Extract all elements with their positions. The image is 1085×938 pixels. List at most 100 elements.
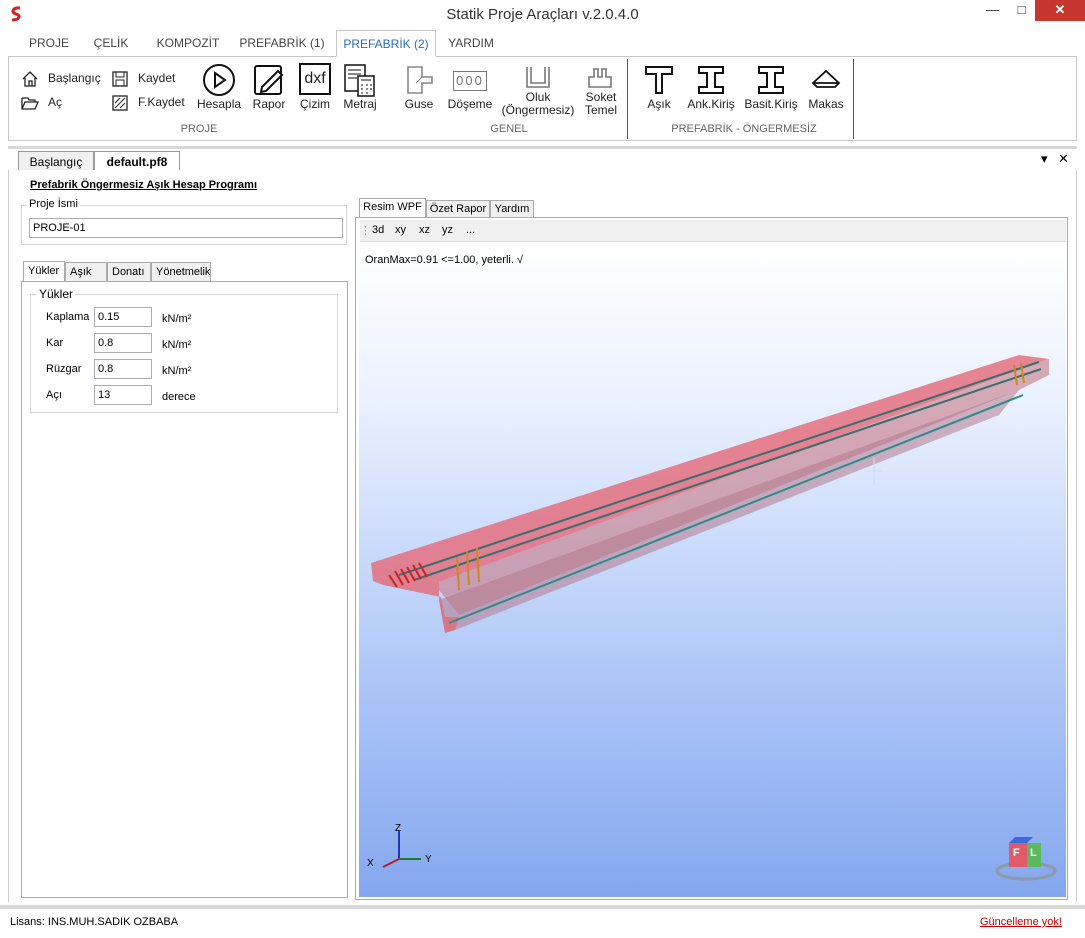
close-window-button[interactable]: ✕	[1035, 0, 1085, 21]
view-more-button[interactable]: ...	[466, 224, 475, 236]
tab-prefabrik-1[interactable]: PREFABRİK (1)	[236, 30, 328, 57]
proje-isim-group: Proje İsmi PROJE-01	[21, 198, 347, 245]
tab-list-dropdown-icon[interactable]: ▾	[1041, 151, 1048, 167]
basit-kiris-button[interactable]: Basit.Kiriş	[743, 63, 799, 111]
asik-button[interactable]: Aşık	[639, 63, 679, 111]
tab-viewer-yardim[interactable]: Yardım	[490, 200, 534, 218]
status-bar: Lisans: INS.MUH.SADIK OZBABA Güncelleme …	[0, 905, 1085, 938]
play-icon	[203, 64, 235, 96]
license-text: Lisans: INS.MUH.SADIK OZBABA	[10, 916, 179, 928]
rebar-top-2	[413, 368, 1042, 581]
kaplama-label: Kaplama	[46, 311, 90, 323]
tab-resim-wpf[interactable]: Resim WPF	[359, 198, 426, 218]
view-yz-button[interactable]: yz	[442, 224, 453, 236]
doseme-button[interactable]: 000 Döşeme	[445, 63, 495, 111]
guse-button[interactable]: Guse	[399, 63, 439, 111]
calculator-icon	[344, 64, 375, 97]
group-label-proje: PROJE	[180, 123, 218, 135]
guse-icon	[407, 66, 433, 94]
view-cube[interactable]: F L	[995, 835, 1057, 881]
proje-isim-input[interactable]: PROJE-01	[29, 218, 343, 238]
axis-y-label: Y	[425, 854, 432, 865]
title-bar: Statik Proje Araçları v.2.0.4.0 — □ ✕	[0, 0, 1085, 29]
document-tab-strip: Başlangıç default.pf8 ▾ ✕	[8, 146, 1077, 172]
doc-tab-baslangic[interactable]: Başlangıç	[18, 151, 94, 172]
baslangic-button[interactable]: Başlangıç	[21, 70, 111, 88]
group-label-prefabrik: PREFABRİK - ÖNGERMESİZ	[671, 123, 817, 135]
tab-asik[interactable]: Aşık	[65, 262, 107, 282]
farkli-kaydet-button[interactable]: F.Kaydet	[111, 94, 195, 112]
tab-kompozit[interactable]: KOMPOZİT	[148, 30, 228, 57]
aci-unit: derece	[162, 391, 196, 403]
asik-label: Aşık	[647, 97, 671, 111]
tab-yukler[interactable]: Yükler	[23, 261, 65, 282]
minimize-button[interactable]: —	[979, 0, 1006, 21]
rapor-label: Rapor	[252, 97, 286, 111]
kar-label: Kar	[46, 337, 64, 349]
ruzgar-input[interactable]: 0.8	[94, 359, 152, 379]
rebar-top-1	[398, 361, 1040, 576]
tab-yonetmelik[interactable]: Yönetmelik	[151, 262, 211, 282]
soket-icon	[588, 68, 612, 88]
3d-viewport[interactable]: OranMax=0.91 <=1.00, yeterli. √ Z X Y F …	[359, 245, 1066, 897]
oluk-label-2: (Öngermesiz)	[501, 103, 575, 117]
kar-input[interactable]: 0.8	[94, 333, 152, 353]
tab-celik[interactable]: ÇELİK	[86, 30, 136, 57]
oluk-icon	[526, 67, 550, 88]
yukler-group-label: Yükler	[37, 287, 76, 301]
doseme-icon: 000	[453, 71, 487, 91]
view-xy-button[interactable]: xy	[395, 224, 406, 236]
program-title: Prefabrik Öngermesiz Aşık Hesap Programı	[30, 179, 258, 191]
tab-proje[interactable]: PROJE	[22, 30, 76, 57]
rapor-button[interactable]: Rapor	[247, 63, 291, 111]
soket-temel-button[interactable]: Soket Temel	[581, 63, 621, 117]
tab-donati[interactable]: Donatı	[107, 262, 151, 282]
yukler-tab-panel: Yükler Kaplama 0.15 kN/m² Kar 0.8 kN/m² …	[21, 281, 348, 898]
metraj-button[interactable]: Metraj	[339, 63, 381, 111]
ac-button[interactable]: Aç	[21, 94, 81, 112]
close-tab-icon[interactable]: ✕	[1058, 151, 1069, 167]
save-as-icon	[112, 95, 128, 111]
makas-button[interactable]: Makas	[805, 63, 847, 111]
fkaydet-label: F.Kaydet	[138, 95, 185, 109]
kar-unit: kN/m²	[162, 339, 192, 351]
proje-isim-label: Proje İsmi	[27, 198, 80, 210]
kaydet-button[interactable]: Kaydet	[111, 70, 191, 88]
cizim-button[interactable]: dxf Çizim	[295, 63, 335, 111]
home-icon	[22, 71, 38, 87]
kaplama-unit: kN/m²	[162, 313, 192, 325]
kaplama-input[interactable]: 0.15	[94, 307, 152, 327]
ac-label: Aç	[48, 95, 63, 109]
tab-ozet-rapor[interactable]: Özet Rapor	[426, 200, 490, 218]
oluk-button[interactable]: Oluk (Öngermesiz)	[501, 63, 575, 117]
aci-input[interactable]: 13	[94, 385, 152, 405]
doc-tab-default[interactable]: default.pf8	[94, 151, 180, 172]
kaydet-label: Kaydet	[138, 71, 176, 85]
tab-prefabrik-2[interactable]: PREFABRİK (2)	[336, 30, 436, 57]
view-xz-button[interactable]: xz	[419, 224, 430, 236]
cizim-label: Çizim	[300, 97, 330, 111]
viewer-panel: ⋮ 3d xy xz yz ... OranMax=0.91 <=1.00, y…	[355, 217, 1068, 900]
hesapla-button[interactable]: Hesapla	[197, 63, 241, 111]
cube-left-label: L	[1030, 847, 1037, 859]
guse-label: Guse	[404, 97, 434, 111]
ribbon-tab-bar: PROJE ÇELİK KOMPOZİT PREFABRİK (1) PREFA…	[8, 30, 1077, 57]
open-folder-icon	[21, 97, 39, 110]
baslangic-label: Başlangıç	[48, 71, 101, 85]
doseme-label: Döşeme	[447, 97, 493, 111]
view-3d-button[interactable]: 3d	[372, 224, 384, 236]
dxf-icon: dxf	[299, 63, 331, 95]
basit-kiris-label: Basit.Kiriş	[744, 97, 798, 111]
tab-yardim[interactable]: YARDIM	[444, 30, 498, 57]
main-content: Prefabrik Öngermesiz Aşık Hesap Programı…	[8, 170, 1077, 902]
toolbar-grip: ⋮	[360, 225, 371, 237]
i-beam-icon	[698, 66, 724, 94]
ank-kiris-button[interactable]: Ank.Kiriş	[685, 63, 737, 111]
i-beam-simple-icon	[758, 66, 784, 94]
metraj-label: Metraj	[343, 97, 377, 111]
update-link[interactable]: Güncelleme yok!	[980, 916, 1062, 928]
maximize-button[interactable]: □	[1008, 0, 1035, 21]
save-icon	[112, 71, 128, 87]
rebar-bottom	[448, 394, 1024, 624]
t-beam-icon	[645, 66, 673, 94]
